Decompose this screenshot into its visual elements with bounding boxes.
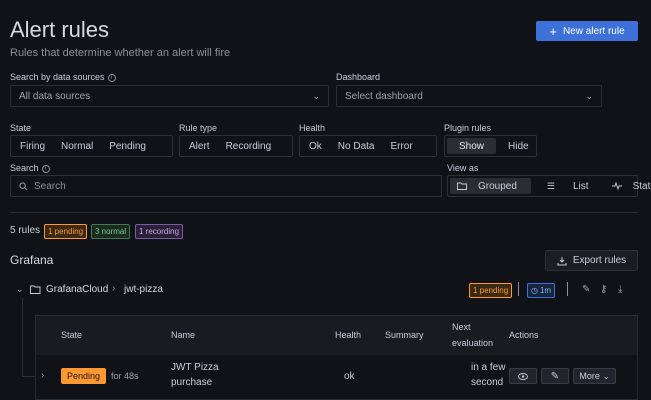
ruletype-option-recording[interactable]: Recording — [219, 138, 279, 154]
page-subtitle: Rules that determine whether an alert wi… — [10, 47, 231, 59]
view-option-grouped-label: Grouped — [478, 180, 517, 192]
column-header-next-line1: Next — [452, 322, 471, 332]
folder-open-icon — [30, 285, 41, 294]
chevron-right-icon: › — [112, 283, 116, 294]
datasource-select[interactable]: All data sources ⌄ — [10, 85, 329, 107]
recording-count-badge: 1 recording — [135, 224, 184, 239]
divider — [567, 282, 568, 296]
dashboard-select[interactable]: Select dashboard ⌄ — [336, 85, 602, 107]
column-header-state: State — [61, 330, 83, 340]
heartbeat-icon — [611, 182, 622, 190]
download-icon — [557, 256, 567, 265]
tree-line — [22, 298, 23, 376]
chevron-down-icon: ⌄ — [312, 90, 320, 101]
plugin-filter-label: Plugin rules — [444, 123, 492, 133]
dashboard-filter-label: Dashboard — [336, 72, 381, 82]
eye-icon — [518, 372, 528, 380]
edit-icon: ✎ — [550, 370, 560, 382]
state-option-pending[interactable]: Pending — [102, 138, 153, 154]
column-header-health: Health — [335, 330, 362, 340]
group-name: jwt-pizza — [124, 284, 163, 295]
export-icon[interactable]: ⤓ — [618, 284, 622, 295]
ruletype-filter-group: Alert Recording — [179, 135, 293, 157]
chevron-down-icon: ⌄ — [602, 371, 610, 381]
permissions-icon[interactable]: ⚷ — [600, 284, 607, 295]
export-rules-button[interactable]: Export rules — [545, 250, 638, 271]
list-icon: ☰ — [546, 180, 555, 191]
rule-name-line2: purchase — [171, 377, 213, 388]
divider — [518, 282, 519, 296]
pending-count-badge: 1 pending — [44, 224, 88, 239]
view-button[interactable] — [509, 368, 537, 384]
dashboard-select-value: Select dashboard — [345, 90, 423, 102]
datasource-filter-label: Search by data sources i — [10, 72, 116, 82]
next-eval-line2: second — [471, 377, 504, 388]
next-eval-line1: in a few — [471, 362, 506, 373]
chevron-right-icon[interactable]: › — [41, 370, 44, 381]
health-option-error[interactable]: Error — [383, 138, 419, 154]
interval-badge: ◷ 1m — [527, 283, 556, 298]
column-header-actions: Actions — [509, 330, 539, 340]
normal-count-badge: 3 normal — [91, 224, 131, 239]
chevron-down-icon[interactable]: ⌄ — [16, 284, 24, 295]
rules-count: 5 rules — [10, 225, 41, 236]
view-option-grouped[interactable]: Grouped — [450, 178, 531, 194]
folder-icon — [457, 182, 467, 190]
rule-name-line1: JWT Pizza — [171, 362, 219, 373]
health-filter-group: Ok No Data Error — [299, 135, 437, 157]
view-option-list-label: List — [573, 180, 589, 192]
page-title: Alert rules — [10, 17, 110, 42]
plugin-option-show[interactable]: Show — [447, 138, 497, 154]
state-option-normal[interactable]: Normal — [54, 138, 100, 154]
health-option-nodata[interactable]: No Data — [331, 138, 382, 154]
export-rules-label: Export rules — [572, 255, 627, 266]
chevron-down-icon: ⌄ — [585, 90, 593, 101]
new-alert-rule-button[interactable]: + New alert rule — [536, 21, 638, 41]
search-placeholder: Search — [34, 180, 66, 192]
group-pending-badge: 1 pending — [469, 283, 513, 298]
state-option-firing[interactable]: Firing — [13, 138, 52, 154]
info-icon: i — [41, 165, 50, 173]
view-option-state[interactable]: State — [605, 178, 651, 194]
rule-health: ok — [344, 371, 355, 382]
state-filter-group: Firing Normal Pending — [10, 135, 173, 157]
state-badge: Pending — [61, 368, 107, 384]
section-title: Grafana — [10, 253, 54, 267]
view-as-group: Grouped ☰ List State — [447, 175, 651, 197]
plugin-option-hide[interactable]: Hide — [498, 138, 539, 154]
view-option-list[interactable]: ☰ List — [533, 178, 603, 194]
more-button[interactable]: More ⌄ — [573, 368, 616, 384]
column-header-next-line2: evaluation — [452, 338, 494, 348]
info-icon: i — [107, 74, 116, 82]
state-duration: for 48s — [111, 371, 139, 381]
new-alert-rule-label: New alert rule — [562, 25, 625, 37]
search-input[interactable]: Search — [10, 175, 442, 197]
health-option-ok[interactable]: Ok — [302, 138, 329, 154]
plugin-filter-group: Show Hide — [444, 135, 537, 157]
plus-icon: + — [549, 23, 557, 39]
edit-icon[interactable]: ✎ — [582, 284, 590, 295]
state-filter-label: State — [10, 123, 32, 133]
ruletype-option-alert[interactable]: Alert — [182, 138, 217, 154]
divider — [10, 212, 638, 213]
column-header-summary: Summary — [385, 330, 424, 340]
search-icon — [19, 181, 28, 190]
column-header-name: Name — [171, 330, 196, 340]
datasource-select-value: All data sources — [19, 90, 91, 102]
edit-button[interactable]: ✎ — [541, 368, 569, 384]
interval-value: 1m — [539, 286, 552, 295]
health-filter-label: Health — [299, 123, 326, 133]
datasource-filter-text: Search by data sources — [10, 72, 105, 82]
view-as-label: View as — [447, 163, 479, 173]
ruletype-filter-label: Rule type — [179, 123, 218, 133]
group-folder-name[interactable]: GrafanaCloud — [46, 284, 108, 295]
search-label: Search i — [10, 163, 50, 173]
search-label-text: Search — [10, 163, 39, 173]
clock-icon: ◷ — [531, 286, 538, 295]
tree-line — [22, 376, 35, 377]
view-option-state-label: State — [632, 180, 651, 192]
more-label: More — [579, 371, 600, 381]
